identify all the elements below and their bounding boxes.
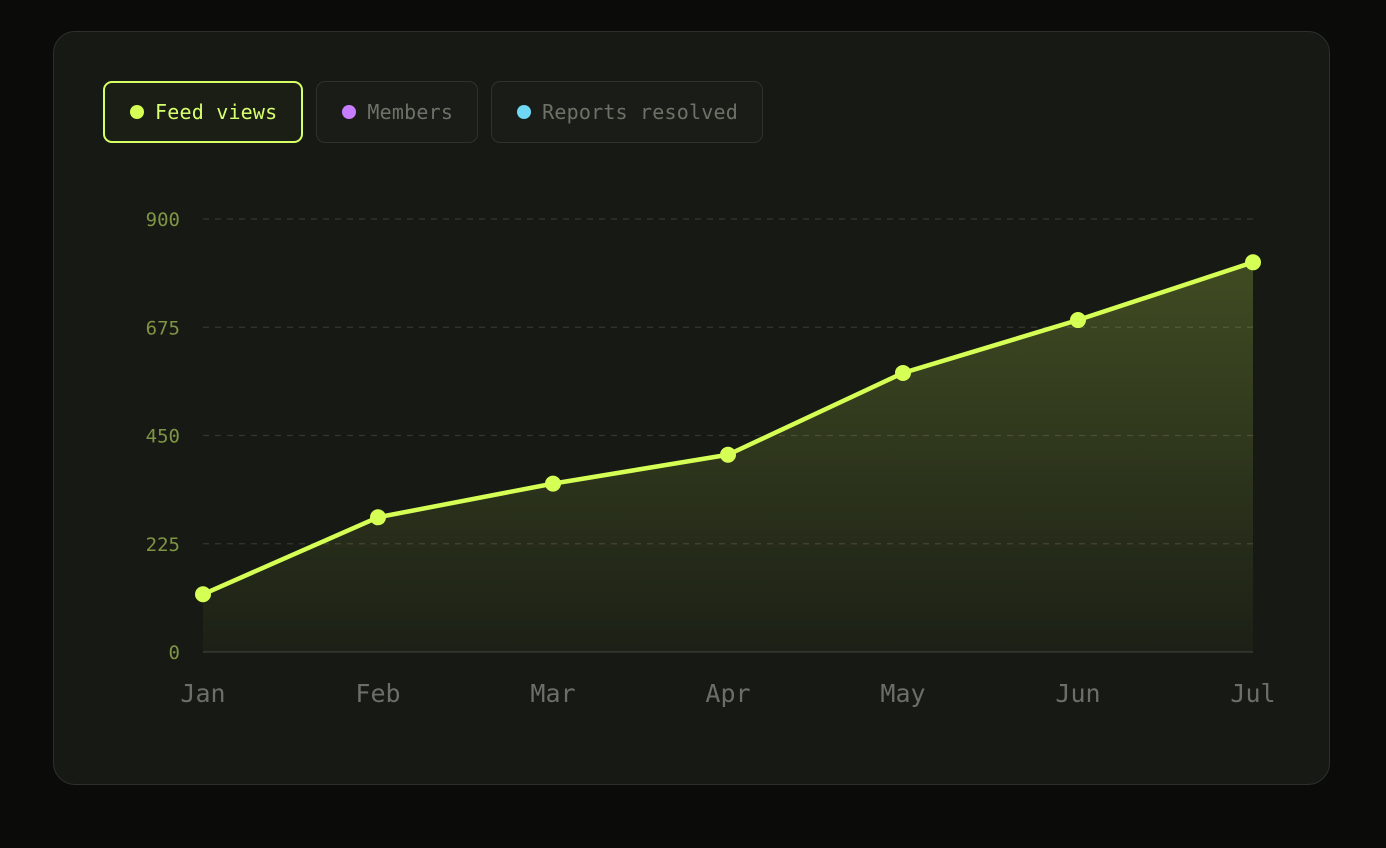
y-tick-label: 0: [169, 642, 180, 664]
x-tick-label: Jan: [180, 679, 225, 708]
y-tick-label: 225: [146, 534, 180, 556]
x-tick-label: Feb: [355, 679, 400, 708]
data-point-mar[interactable]: [545, 475, 561, 492]
data-point-may[interactable]: [895, 364, 911, 381]
x-tick-label: May: [880, 679, 925, 708]
y-tick-label: 675: [146, 317, 180, 339]
data-point-feb[interactable]: [370, 509, 386, 526]
y-tick-label: 900: [146, 209, 180, 231]
data-point-apr[interactable]: [720, 446, 736, 463]
data-point-jul[interactable]: [1245, 254, 1261, 271]
data-point-jun[interactable]: [1070, 312, 1086, 329]
x-tick-label: Jun: [1055, 679, 1100, 708]
data-point-jan[interactable]: [195, 586, 211, 603]
y-tick-label: 450: [146, 426, 180, 448]
x-tick-label: Jul: [1230, 679, 1275, 708]
x-tick-label: Apr: [705, 679, 750, 708]
area-chart: 0 225 450 675 900 Jan Feb Mar Apr May Jun Jul: [146, 209, 1276, 708]
x-tick-label: Mar: [530, 679, 575, 708]
